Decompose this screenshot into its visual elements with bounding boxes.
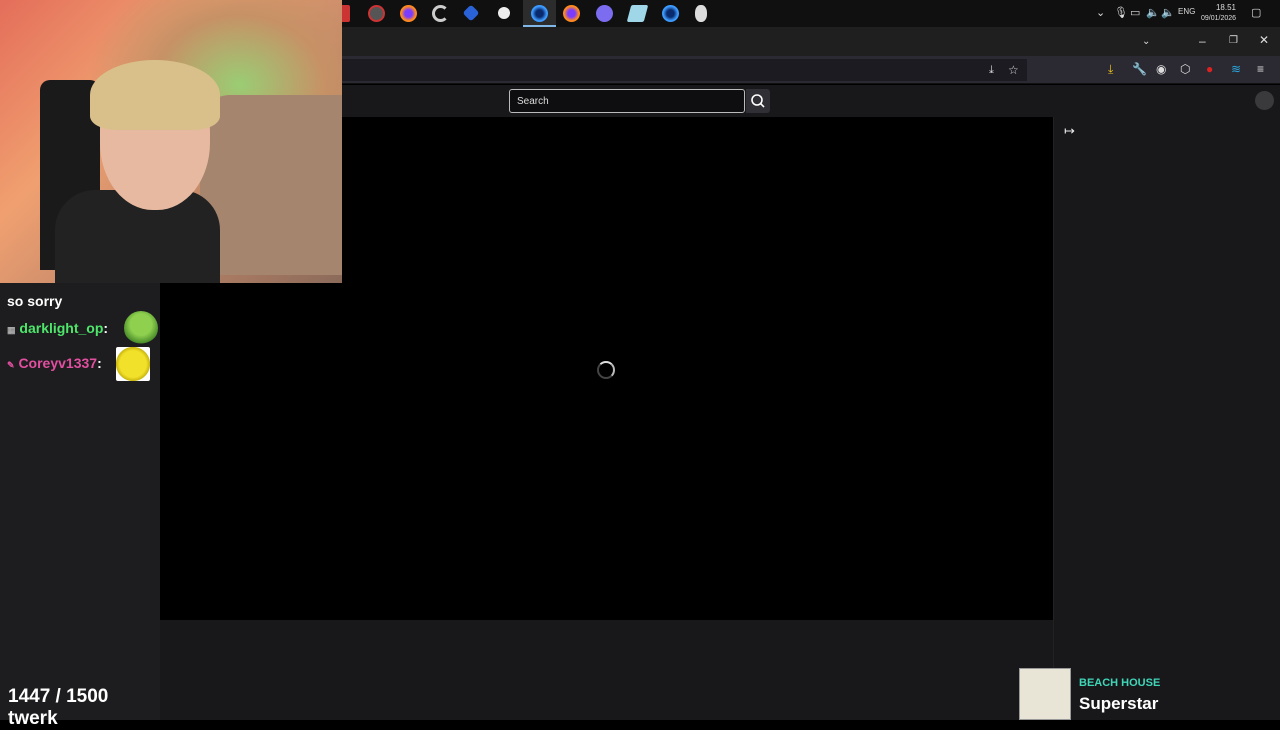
menu-icon[interactable]: ≡ (1257, 61, 1264, 77)
close-icon[interactable]: ✕ (1259, 32, 1269, 48)
mouse-icon[interactable] (695, 5, 707, 22)
language-indicator[interactable]: ENG (1178, 7, 1195, 16)
collapse-chat-icon[interactable]: ↦ (1064, 123, 1075, 139)
webcam-overlay (0, 0, 342, 283)
badge-icon: ✎ (7, 360, 15, 370)
speedometer-icon[interactable] (368, 5, 385, 22)
search-icon (751, 94, 765, 108)
tab-strip: ⌄ – ❐ ✕ (342, 27, 1280, 56)
clock-time: 18.51 (1215, 3, 1237, 12)
sofa (200, 95, 342, 275)
frog-emote-icon (124, 311, 158, 345)
app-icon[interactable] (462, 4, 480, 22)
firefox-nightly-icon[interactable] (662, 5, 679, 22)
chat-panel: ↦ (1053, 117, 1280, 720)
chat-message: ✎ Coreyv1337: (7, 355, 102, 371)
artist-name: BEACH HOUSE (1079, 677, 1161, 689)
ccleaner-icon[interactable] (432, 5, 449, 22)
overlay-chat: so sorry ▦ darklight_op: ✎ Coreyv1337: 1… (0, 283, 160, 729)
face-emote-icon (116, 347, 150, 381)
chat-username: Coreyv1337 (18, 355, 98, 371)
firefox-icon[interactable] (400, 5, 417, 22)
restore-icon[interactable]: ❐ (1229, 33, 1238, 49)
save-page-icon[interactable]: ⤓ (989, 62, 994, 78)
chat-username: darklight_op (19, 320, 104, 336)
search-input[interactable] (509, 89, 745, 113)
minimize-icon[interactable]: – (1199, 33, 1206, 49)
taskbar: ⌄ 🎙 ▭ 🔈 🔈 ENG 18.51 09/01/2026 ▢ (340, 0, 1280, 27)
chat-message-text: : (103, 320, 109, 336)
goal-counter: 1447 / 1500 twerk (8, 686, 109, 729)
microphone-icon[interactable]: 🎙 (1114, 6, 1128, 20)
steam-icon[interactable] (498, 7, 510, 19)
search-button[interactable] (746, 89, 770, 113)
streamer-hair (90, 60, 220, 130)
site-header (342, 85, 1280, 117)
speaker-icon[interactable]: 🔈 (1146, 6, 1160, 20)
badge-icon: ▦ (7, 325, 16, 335)
clock-date: 09/01/2026 (1201, 15, 1237, 22)
extensions-icon[interactable]: ⬡ (1180, 61, 1190, 77)
nav-bar: ⤓ ☆ ⤓ 🔧 ◉ ⬡ ● ≋ ≡ (342, 56, 1280, 84)
avatar[interactable] (1255, 91, 1274, 110)
speaker-icon-2[interactable]: 🔈 (1161, 6, 1175, 20)
downloads-icon[interactable]: ⤓ (1108, 61, 1113, 77)
firefox-icon-2[interactable] (563, 5, 580, 22)
network-icon[interactable]: ▭ (1130, 6, 1140, 20)
chat-message: ▦ darklight_op: (7, 320, 108, 336)
extension-icon[interactable]: ≋ (1231, 61, 1241, 77)
notification-icon[interactable]: ▢ (1251, 6, 1261, 20)
bookmark-star-icon[interactable]: ☆ (1008, 62, 1019, 78)
chat-message: so sorry (7, 293, 62, 309)
ublock-icon[interactable]: ● (1206, 61, 1213, 77)
chat-message-text: so sorry (7, 293, 63, 309)
tools-icon[interactable]: 🔧 (1132, 61, 1147, 77)
channel-info-area (160, 620, 1053, 720)
notes-icon[interactable] (626, 5, 649, 22)
url-bar[interactable]: ⤓ ☆ (342, 59, 1027, 81)
chat-message-text: : (97, 355, 102, 371)
account-icon[interactable]: ◉ (1156, 61, 1166, 77)
discord-icon[interactable] (596, 5, 613, 22)
loading-spinner-icon (597, 361, 615, 379)
chevron-up-icon[interactable]: ⌄ (1096, 6, 1105, 20)
tab-list-icon[interactable]: ⌄ (1142, 34, 1150, 50)
now-playing: BEACH HOUSE Superstar (1019, 668, 1280, 720)
track-title: Superstar (1079, 694, 1159, 713)
album-art (1019, 668, 1071, 720)
firefox-dev-icon[interactable] (531, 5, 548, 22)
